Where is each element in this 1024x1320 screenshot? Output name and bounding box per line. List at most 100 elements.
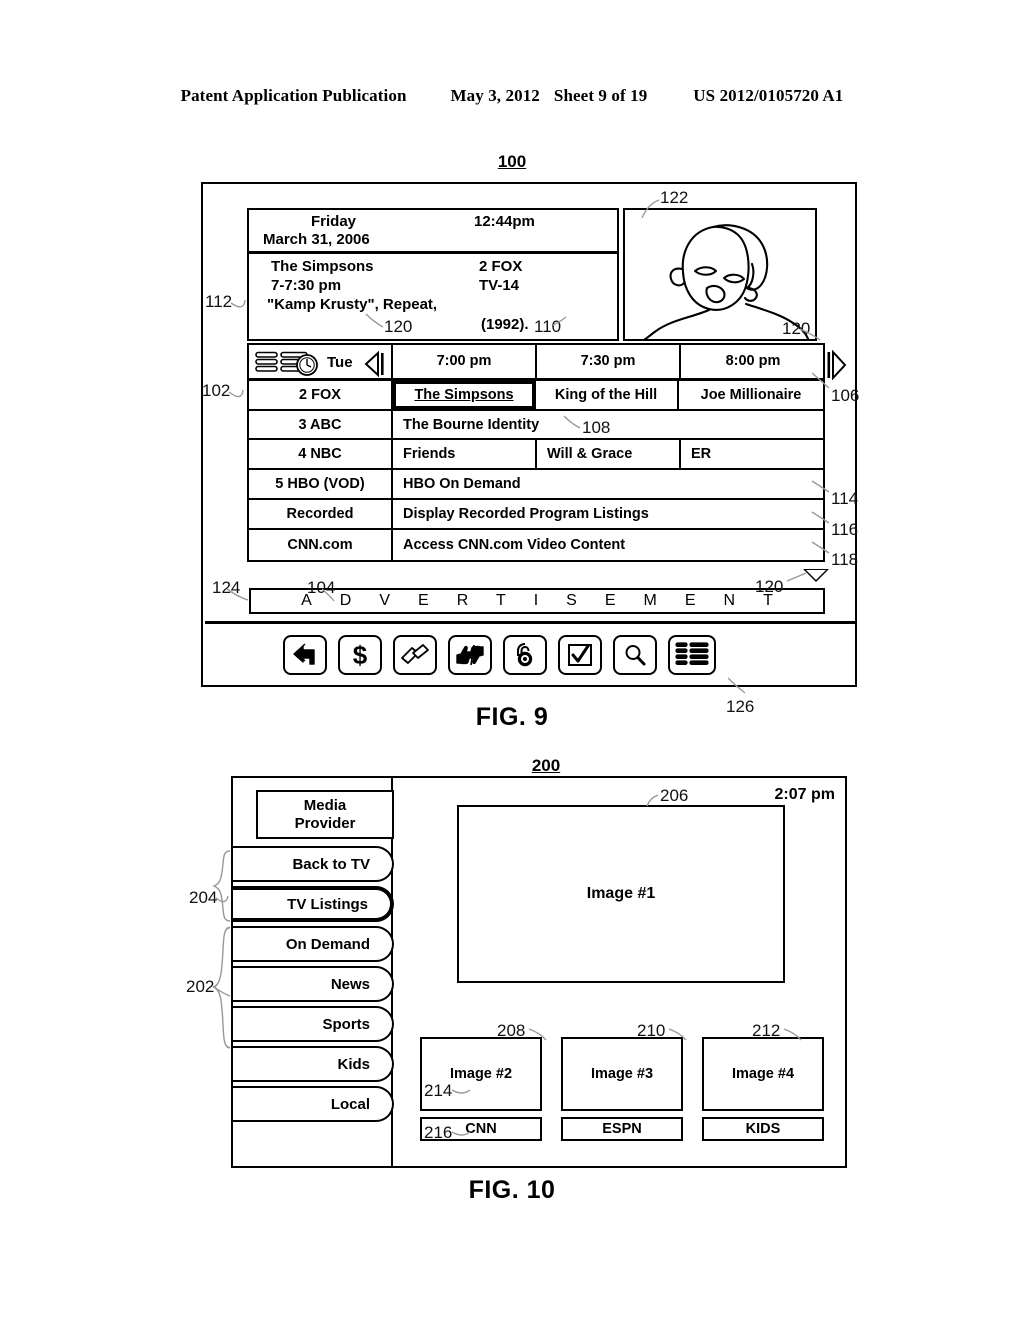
channel-cell[interactable]: 2 FOX (249, 380, 393, 409)
sidebar-item-local[interactable]: Local (233, 1086, 394, 1122)
sidebar-item-on-demand[interactable]: On Demand (233, 926, 394, 962)
sidebar-item-label: On Demand (285, 935, 370, 953)
program-cell[interactable]: Access CNN.com Video Content (393, 530, 823, 560)
time-slot-header: 8:00 pm (725, 353, 781, 370)
callout-202: 202 (186, 977, 215, 996)
channel-cell[interactable]: 3 ABC (249, 410, 393, 439)
callout-120a: 120 (384, 317, 413, 336)
table-row: 2 FOX The Simpsons King of the Hill Joe … (249, 379, 823, 411)
callout-124: 124 (212, 578, 241, 597)
magnifier-icon (625, 644, 646, 665)
sheet-number: Sheet 9 of 19 (553, 86, 648, 105)
fig9-screen-frame: Friday 12:44pm March 31, 2006 The Simpso… (201, 182, 857, 687)
parental-lock-button[interactable] (503, 634, 547, 675)
fig9-reference-number: 100 (497, 152, 527, 171)
program-cell[interactable]: ER (681, 440, 825, 468)
patent-header: Patent Application Publication May 3, 20… (0, 86, 1024, 106)
ticket-button[interactable] (393, 634, 437, 675)
program-cell-selected[interactable]: The Simpsons (392, 379, 536, 410)
menu-button[interactable] (668, 634, 716, 675)
callout-112: 112 (205, 292, 233, 311)
callout-122: 122 (660, 188, 689, 207)
main-content-area: 2:07 pm Image #1 Image #2 CNN Image #3 E… (395, 778, 847, 1168)
callout-206: 206 (660, 786, 689, 805)
time-slot-header: 7:30 pm (537, 345, 681, 378)
program-cell[interactable]: Display Recorded Program Listings (393, 500, 823, 528)
grid-day-label: Tue (327, 354, 353, 371)
hero-image-label: Image #1 (586, 885, 656, 902)
logo-line1: Media (303, 797, 347, 815)
next-arrow-icon[interactable] (827, 350, 849, 380)
sidebar-menu: Back to TV TV Listings On Demand News Sp… (233, 846, 394, 1126)
thumbnail-image-label: Image #2 (449, 1066, 513, 1082)
day-navigation-cell[interactable]: Tue (249, 345, 393, 378)
clock-icon (296, 354, 318, 376)
callout-126: 126 (726, 697, 755, 716)
callout-216: 216 (424, 1123, 453, 1142)
advertisement-banner[interactable]: ADVERTISEMENT (249, 588, 825, 614)
search-button[interactable] (613, 634, 657, 675)
day-label: Friday (311, 213, 357, 230)
callout-108: 108 (582, 418, 611, 437)
program-info-panel: Friday 12:44pm March 31, 2006 The Simpso… (247, 208, 619, 341)
callout-114: 114 (831, 489, 859, 508)
clock-label: 2:07 pm (774, 786, 835, 803)
program-cell[interactable]: Joe Millionaire (679, 381, 823, 409)
previous-arrow-icon[interactable] (362, 351, 386, 377)
thumbnail-image[interactable]: Image #3 (561, 1037, 683, 1111)
select-button[interactable] (558, 634, 602, 675)
channel-cell[interactable]: 4 NBC (249, 440, 393, 469)
callout-214: 214 (424, 1081, 453, 1100)
rating-button[interactable] (448, 634, 492, 675)
hero-image[interactable]: Image #1 (457, 805, 785, 983)
pay-per-view-button[interactable]: $ (338, 634, 382, 675)
thumbnail-caption[interactable]: KIDS (702, 1117, 824, 1141)
sidebar-item-news[interactable]: News (233, 966, 394, 1002)
callout-102: 102 (202, 381, 231, 400)
program-cell[interactable]: Friends (393, 440, 537, 469)
list-item[interactable]: Image #4 KIDS (702, 1037, 824, 1141)
thumbnail-caption-label: KIDS (745, 1121, 781, 1137)
ticket-icon (401, 643, 429, 664)
callout-208: 208 (497, 1021, 526, 1040)
program-description: "Kamp Krusty", Repeat, (267, 296, 438, 313)
back-button[interactable] (283, 634, 327, 675)
fig10-screen-frame: Media Provider Back to TV TV Listings On… (231, 776, 847, 1168)
grid-header-row: Tue 7:00 pm 7:30 pm 8:00 pm (249, 345, 823, 381)
callout-104: 104 (307, 578, 336, 597)
program-title: The Simpsons (271, 258, 374, 275)
thumbnail-image[interactable]: Image #4 (702, 1037, 824, 1111)
time-slot-header: 7:00 pm (393, 345, 537, 378)
icon-toolbar: $ (205, 621, 855, 685)
program-cell[interactable]: HBO On Demand (393, 470, 823, 498)
fig9-caption: FIG. 9 (475, 703, 549, 731)
scroll-down-triangle-icon[interactable] (803, 569, 829, 582)
sidebar-item-sports[interactable]: Sports (233, 1006, 394, 1042)
sidebar-item-label: Local (330, 1095, 370, 1113)
sidebar: Media Provider Back to TV TV Listings On… (233, 778, 394, 1168)
channel-cell[interactable]: Recorded (249, 500, 393, 529)
sidebar-item-kids[interactable]: Kids (233, 1046, 394, 1082)
thumbnail-image-label: Image #3 (590, 1066, 654, 1082)
sidebar-item-label: TV Listings (287, 895, 368, 913)
list-item[interactable]: Image #3 ESPN (561, 1037, 683, 1141)
thumbnail-caption[interactable]: ESPN (561, 1117, 683, 1141)
logo-line2: Provider (294, 814, 356, 832)
callout-110: 110 (534, 317, 562, 336)
dollar-icon: $ (352, 639, 368, 670)
sidebar-item-back-to-tv[interactable]: Back to TV (233, 846, 394, 882)
lock-icon (517, 642, 533, 666)
channel-cell[interactable]: CNN.com (249, 530, 393, 560)
publication-label: Patent Application Publication (180, 86, 407, 105)
program-airtime: 7-7:30 pm (271, 277, 342, 294)
program-cell[interactable]: Will & Grace (537, 440, 681, 469)
fig10-reference-number: 200 (531, 756, 561, 775)
program-year: (1992). (481, 316, 529, 333)
table-row: 3 ABC The Bourne Identity (249, 410, 823, 441)
program-cell[interactable]: King of the Hill (535, 380, 679, 409)
list-icon (675, 641, 709, 665)
channel-cell[interactable]: 5 HBO (VOD) (249, 470, 393, 499)
thumbs-up-down-icon (456, 644, 484, 665)
sidebar-item-tv-listings[interactable]: TV Listings (233, 886, 394, 922)
sidebar-item-label: Kids (337, 1055, 370, 1073)
